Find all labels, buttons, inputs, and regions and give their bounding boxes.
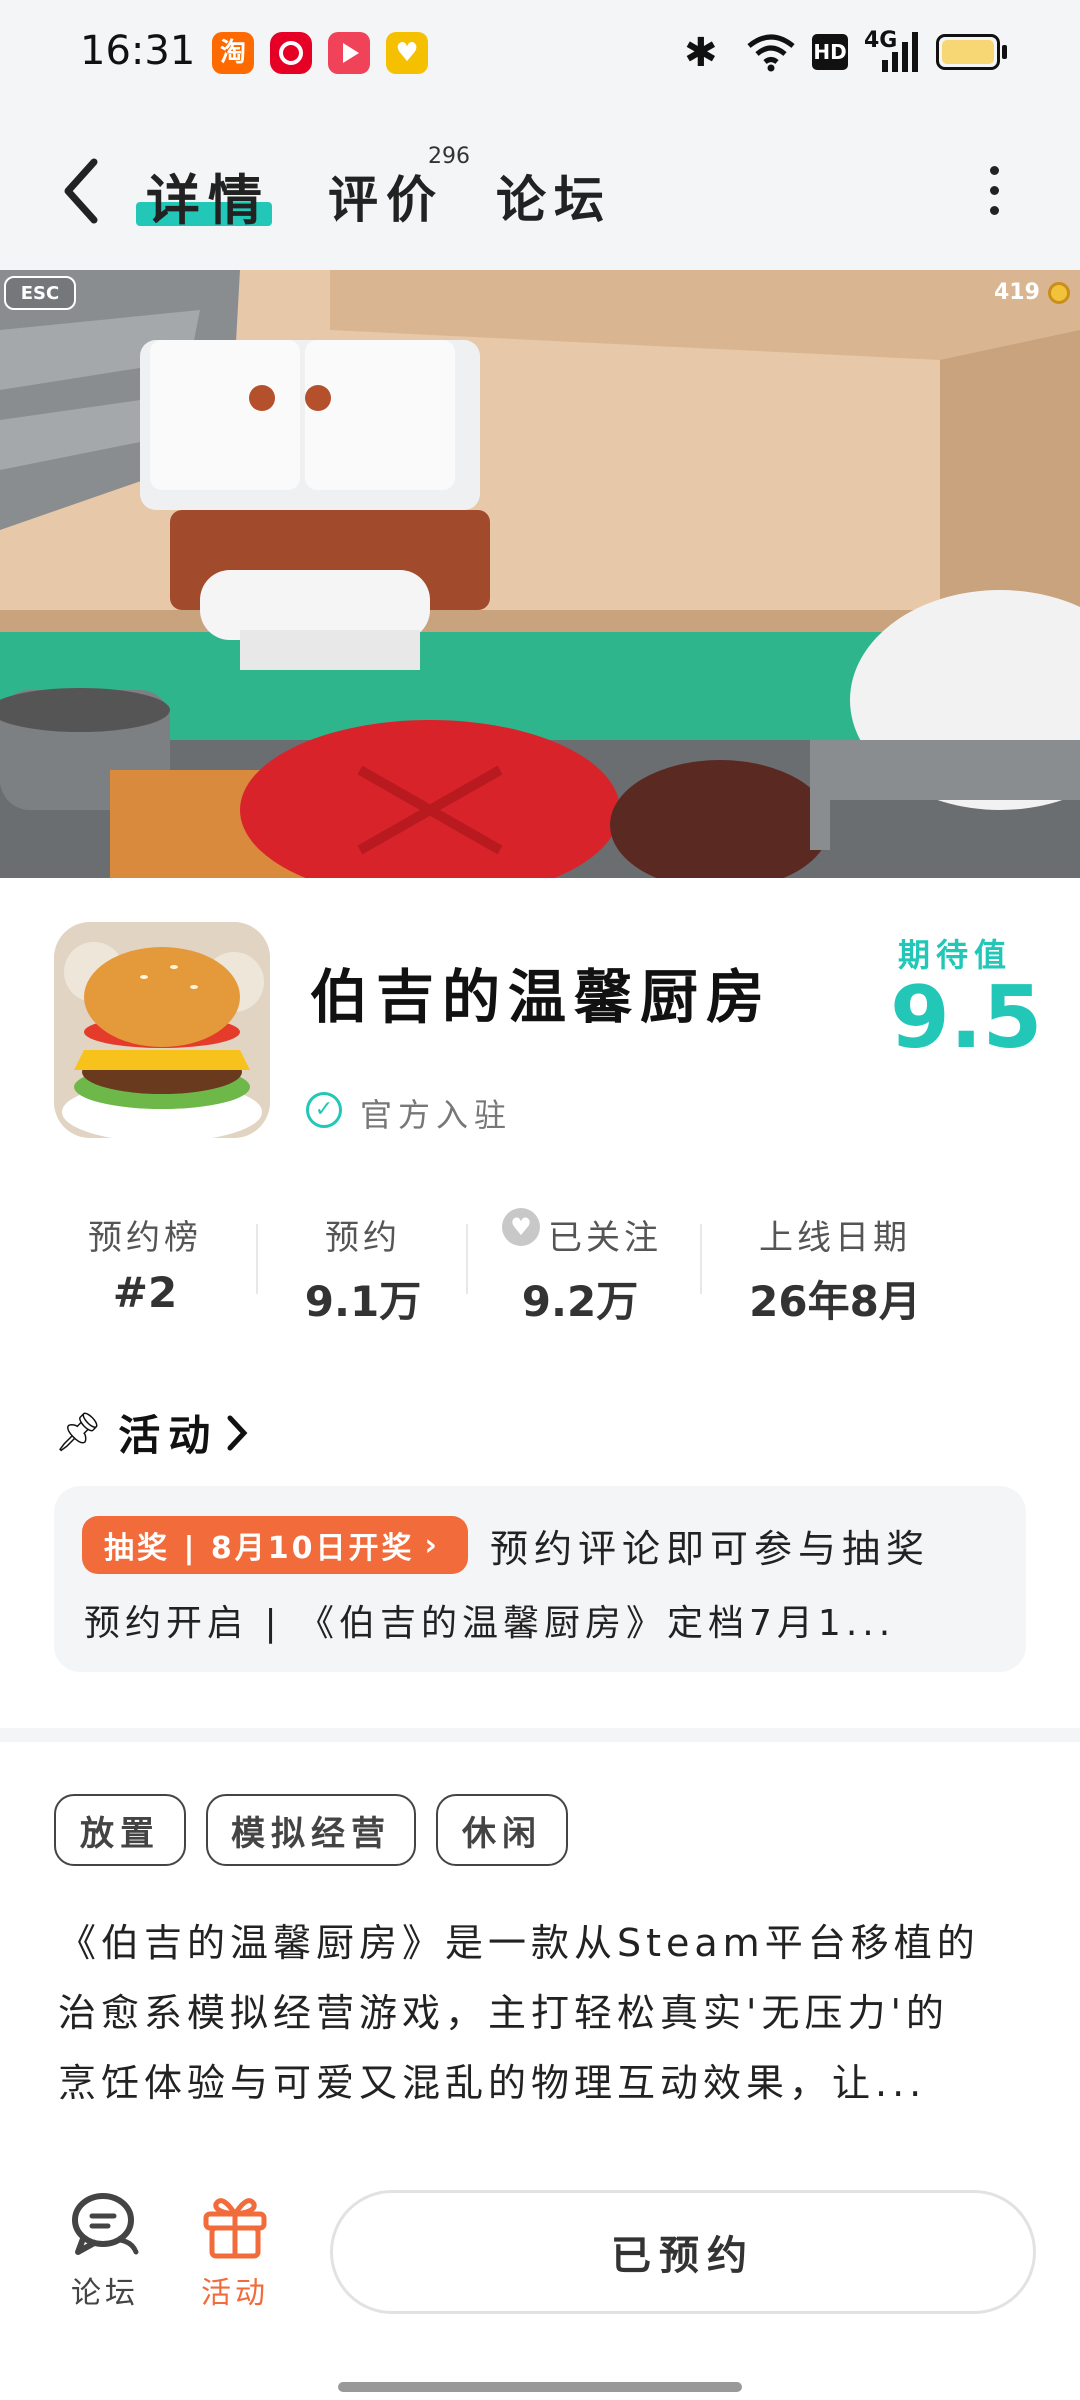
shop-heart-icon: ♥ xyxy=(386,32,428,74)
stat-release-label: 上线日期 xyxy=(759,1218,911,1258)
top-nav: 详情 评价 296 论坛 xyxy=(0,110,1080,270)
stat-rank-value: #2 xyxy=(112,1268,178,1317)
lottery-badge-label: 抽奖 | 8月10日开奖 xyxy=(104,1531,415,1566)
status-bar: 16:31 淘 ♥ ✱ HD 4G xyxy=(0,0,1080,110)
back-arrow-icon[interactable] xyxy=(60,156,100,226)
stat-followed-value: 9.2万 xyxy=(521,1277,639,1326)
tab-reviews[interactable]: 评价 xyxy=(328,160,444,232)
heart-icon: ♥ xyxy=(502,1208,540,1246)
description-line-3: 烹饪体验与可爱又混乱的物理互动效果，让... xyxy=(58,2061,927,2105)
home-indicator[interactable] xyxy=(338,2382,742,2392)
activity-nav-button[interactable]: 活动 xyxy=(190,2190,280,2320)
lottery-badge[interactable]: 抽奖 | 8月10日开奖 › xyxy=(82,1516,468,1574)
battery-tip xyxy=(1002,45,1007,59)
taobao-icon: 淘 xyxy=(212,32,254,74)
official-label: 官方入驻 xyxy=(360,1096,513,1134)
forum-nav-label: 论坛 xyxy=(71,2276,139,2311)
activity-nav-label: 活动 xyxy=(201,2276,269,2311)
reserved-button[interactable]: 已预约 xyxy=(330,2190,1036,2314)
chat-bubble-icon xyxy=(72,2193,139,2255)
wifi-icon xyxy=(747,34,795,72)
section-divider xyxy=(0,1728,1080,1742)
burger-icon xyxy=(54,922,270,1138)
esc-button[interactable]: ESC xyxy=(4,276,76,310)
video-play-icon xyxy=(328,32,370,74)
stat-reservations-label: 预约 xyxy=(325,1218,401,1258)
more-menu-icon[interactable] xyxy=(990,166,1002,216)
stat-followed-label[interactable]: 已关注 xyxy=(548,1210,668,1259)
hd-icon: HD xyxy=(812,34,848,70)
battery-icon xyxy=(936,34,1000,70)
netease-music-icon xyxy=(270,32,312,74)
tab-forum[interactable]: 论坛 xyxy=(496,160,612,232)
stat-rank-label: 预约榜 xyxy=(88,1218,202,1258)
expect-score: 9.5 xyxy=(890,968,1043,1068)
reserved-label: 已预约 xyxy=(611,2233,755,2279)
game-title: 伯吉的温馨厨房 xyxy=(310,963,773,1031)
status-time: 16:31 xyxy=(80,28,196,74)
tag-casual[interactable]: 休闲 xyxy=(436,1794,568,1866)
stat-divider xyxy=(256,1224,258,1294)
stat-release-value: 26年8月 xyxy=(749,1277,921,1326)
stat-divider xyxy=(700,1224,702,1294)
activity-line-1: 预约评论即可参与抽奖 xyxy=(490,1527,931,1571)
game-icon xyxy=(54,922,270,1138)
tab-details[interactable]: 详情 xyxy=(146,156,270,235)
esc-label: ESC xyxy=(20,282,60,304)
pin-icon: 📌︎ xyxy=(54,1410,103,1454)
stat-divider xyxy=(466,1224,468,1294)
activity-line-2: 预约开启 | 《伯吉的温馨厨房》定档7月1... xyxy=(84,1603,896,1644)
forum-nav-button[interactable]: 论坛 xyxy=(60,2190,150,2320)
chevron-right-icon: › xyxy=(424,1527,440,1563)
activity-header[interactable]: 📌︎ 活动 xyxy=(54,1402,248,1463)
description-line-2: 治愈系模拟经营游戏，主打轻松真实'无压力'的 xyxy=(58,1991,949,2035)
battery-level xyxy=(942,40,994,64)
kitchen-scene-image xyxy=(0,270,1080,878)
reviews-count: 296 xyxy=(428,144,470,169)
gift-icon xyxy=(203,2198,267,2259)
tag-idle[interactable]: 放置 xyxy=(54,1794,186,1866)
description-line-1: 《伯吉的温馨厨房》是一款从Steam平台移植的 xyxy=(58,1921,980,1965)
game-screenshot-banner[interactable]: ESC 419 xyxy=(0,270,1080,878)
chevron-right-icon xyxy=(227,1415,248,1450)
tag-simulation[interactable]: 模拟经营 xyxy=(206,1794,416,1866)
stat-reservations-value: 9.1万 xyxy=(304,1277,422,1326)
coin-count: 419 xyxy=(994,280,1040,305)
activity-title: 活动 xyxy=(118,1411,219,1460)
bluetooth-icon: ✱ xyxy=(684,30,718,76)
coin-icon xyxy=(1048,282,1070,304)
verified-check-icon: ✓ xyxy=(306,1092,342,1128)
signal-4g-icon xyxy=(882,32,918,72)
